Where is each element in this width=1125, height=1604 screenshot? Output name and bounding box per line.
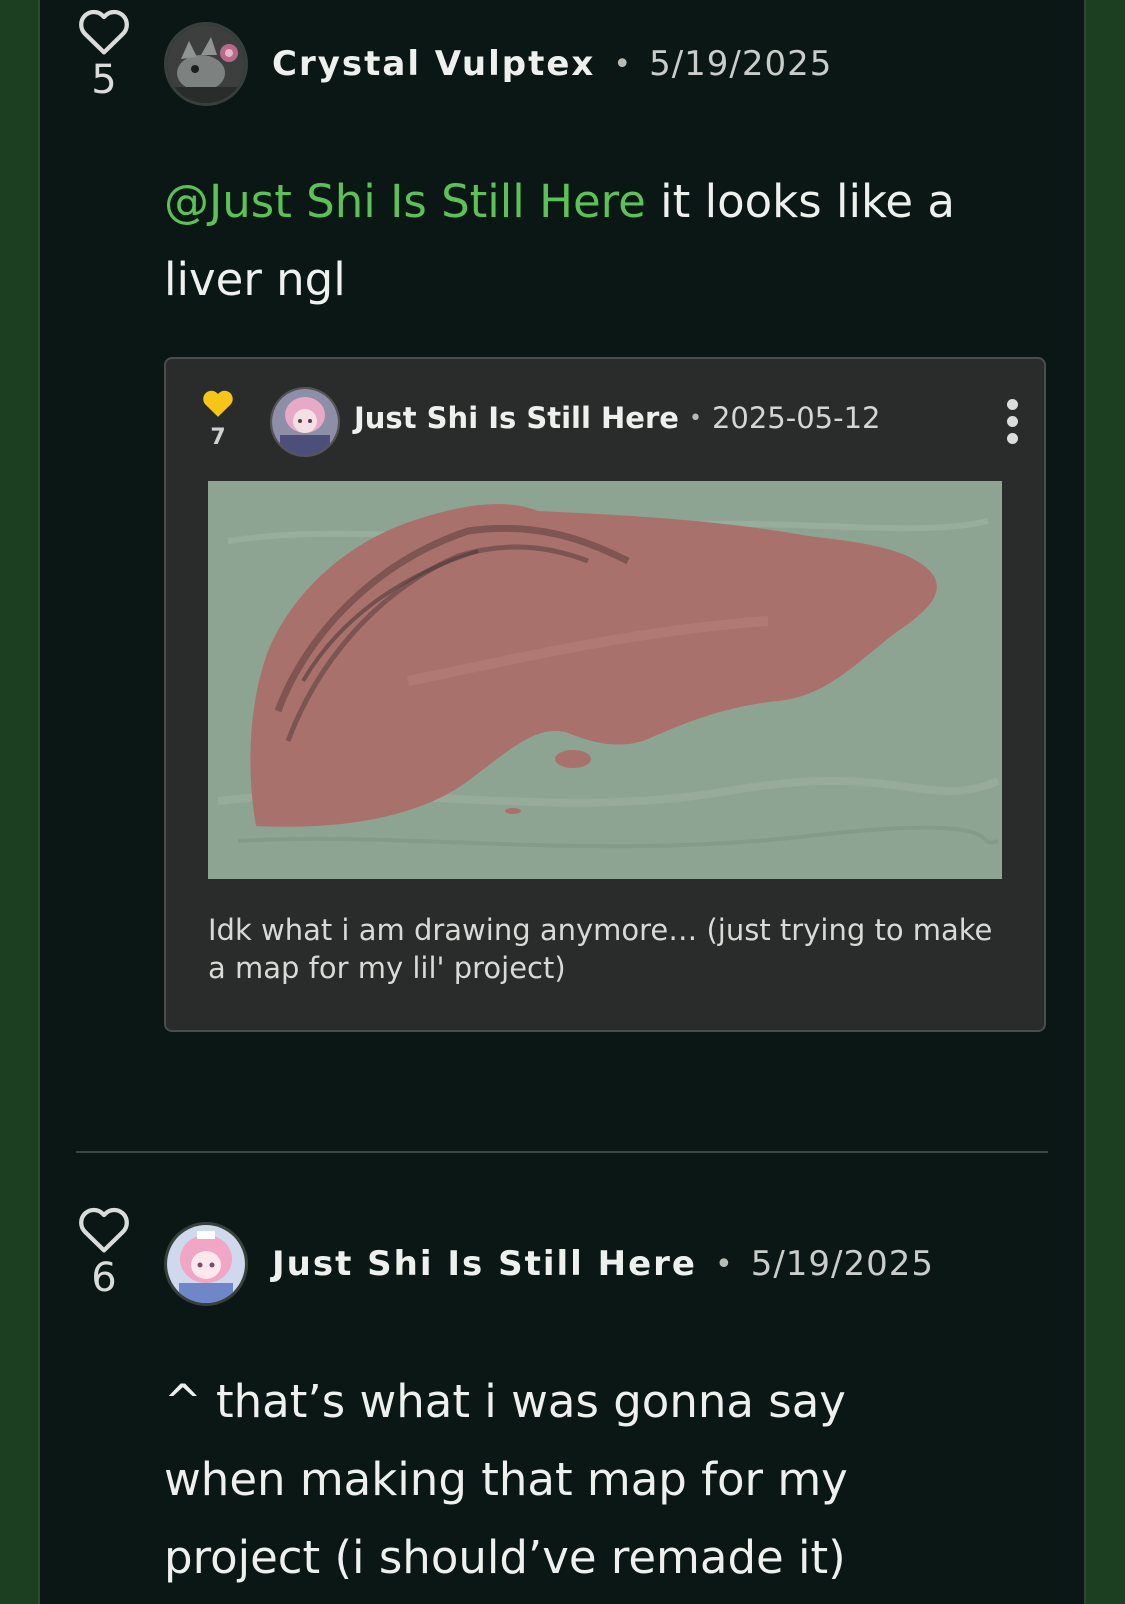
- heart-filled-icon[interactable]: [200, 387, 236, 419]
- comment-divider: [76, 1151, 1048, 1153]
- comment-body: @Just Shi Is Still Here it looks like a …: [164, 163, 1064, 319]
- like-count: 5: [91, 57, 117, 103]
- quoted-date: 2025-05-12: [711, 401, 881, 435]
- avatar[interactable]: [164, 22, 248, 106]
- quoted-like-control[interactable]: 7: [200, 387, 236, 450]
- quoted-post-card[interactable]: 7 Just Shi Is Still Here • 2025-05-12 Id…: [164, 357, 1046, 1032]
- separator-dot: •: [688, 405, 702, 431]
- heart-outline-icon[interactable]: [77, 1204, 131, 1254]
- separator-dot: •: [613, 46, 632, 82]
- quoted-caption: Idk what i am drawing anymore… (just try…: [208, 913, 993, 985]
- quoted-avatar[interactable]: [270, 387, 340, 457]
- quoted-header: Just Shi Is Still Here • 2025-05-12: [354, 401, 880, 435]
- like-control[interactable]: 5: [76, 6, 132, 100]
- quoted-author-name[interactable]: Just Shi Is Still Here: [354, 401, 679, 435]
- author-name[interactable]: Crystal Vulptex: [272, 44, 595, 84]
- kebab-menu-icon[interactable]: [1004, 399, 1020, 450]
- post-drawing-image[interactable]: [208, 481, 1002, 879]
- comment-header: Just Shi Is Still Here • 5/19/2025: [272, 1244, 934, 1284]
- comment-body: ^ that’s what i was gonna say when makin…: [164, 1375, 848, 1584]
- separator-dot: •: [714, 1246, 733, 1282]
- comment-date: 5/19/2025: [649, 44, 833, 84]
- comment-thread-panel: 5 Crystal Vulptex • 5/19/2025 @Just Shi …: [38, 0, 1086, 1604]
- avatar[interactable]: [164, 1222, 248, 1306]
- like-count: 6: [91, 1255, 117, 1301]
- author-name[interactable]: Just Shi Is Still Here: [272, 1244, 697, 1284]
- comment-header: Crystal Vulptex • 5/19/2025: [272, 44, 832, 84]
- user-mention[interactable]: @Just Shi Is Still Here: [164, 175, 646, 228]
- heart-outline-icon[interactable]: [77, 6, 131, 56]
- comment-date: 5/19/2025: [750, 1244, 935, 1284]
- quoted-like-count: 7: [210, 425, 226, 450]
- like-control[interactable]: 6: [76, 1204, 132, 1298]
